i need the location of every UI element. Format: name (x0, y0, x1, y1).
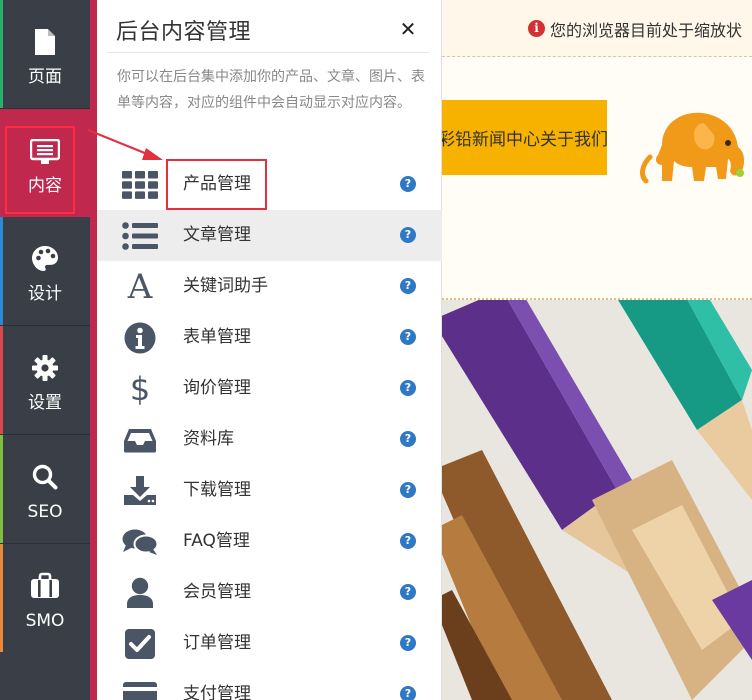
user-icon (122, 576, 158, 610)
info-icon: i (528, 20, 545, 37)
content-icon (0, 139, 90, 167)
close-icon[interactable]: ✕ (397, 18, 419, 40)
list-icon (122, 219, 158, 253)
font-a-icon: A (127, 267, 153, 307)
briefcase-icon (0, 572, 90, 600)
menu-item-products[interactable]: 产品管理 ? (97, 159, 442, 210)
menu-item-label: 文章管理 (183, 225, 251, 245)
elephant-logo (640, 112, 745, 184)
menu-item-members[interactable]: 会员管理 ? (97, 567, 442, 618)
checkbox-icon (122, 627, 158, 661)
menu-item-keyword-assistant[interactable]: A 关键词助手 ? (97, 261, 442, 312)
help-icon[interactable]: ? (400, 329, 416, 345)
menu-item-label: 支付管理 (183, 684, 251, 700)
gear-icon (0, 354, 90, 382)
search-icon (0, 463, 90, 491)
menu-item-forms[interactable]: 表单管理 ? (97, 312, 442, 363)
site-nav-bar[interactable]: 彩铅新闻中心关于我们 (442, 100, 607, 175)
active-section-stripe (90, 0, 97, 700)
menu-item-label: 订单管理 (183, 633, 251, 653)
sidebar-rail: 页面 内容 设计 设置 SEO SMO (0, 0, 90, 700)
panel-description: 你可以在后台集中添加你的产品、文章、图片、表单等内容，对应的组件中会自动显示对应… (117, 69, 425, 111)
help-icon[interactable]: ? (400, 431, 416, 447)
help-icon[interactable]: ? (400, 227, 416, 243)
panel-title: 后台内容管理 (116, 20, 252, 45)
menu-item-label: 会员管理 (183, 582, 251, 602)
help-icon[interactable]: ? (400, 482, 416, 498)
browser-zoom-notice: i 您的浏览器目前处于缩放状 (442, 0, 752, 57)
rail-item-content[interactable]: 内容 (0, 109, 90, 217)
rail-item-label: 内容 (28, 176, 62, 196)
menu-item-label: 表单管理 (183, 327, 251, 347)
menu-item-faq[interactable]: FAQ管理 ? (97, 516, 442, 567)
help-icon[interactable]: ? (400, 533, 416, 549)
help-icon[interactable]: ? (400, 686, 416, 700)
menu-item-label: 资料库 (183, 429, 234, 449)
site-preview: i 您的浏览器目前处于缩放状 彩铅新闻中心关于我们 (442, 0, 752, 700)
palette-icon (0, 245, 90, 273)
credit-card-icon (122, 678, 158, 700)
rail-item-label: SMO (25, 611, 65, 631)
rail-item-settings[interactable]: 设置 (0, 326, 90, 434)
rail-item-label: 页面 (28, 67, 62, 87)
page-icon (0, 28, 90, 56)
menu-item-inquiries[interactable]: $ 询价管理 ? (97, 363, 442, 414)
dollar-icon: $ (129, 370, 151, 408)
menu-item-library[interactable]: 资料库 ? (97, 414, 442, 465)
highlight-box (166, 159, 267, 210)
menu-item-orders[interactable]: 订单管理 ? (97, 618, 442, 669)
grid-icon (122, 168, 158, 202)
download-icon (122, 474, 158, 508)
help-icon[interactable]: ? (400, 278, 416, 294)
rail-item-seo[interactable]: SEO (0, 435, 90, 543)
menu-item-label: 关键词助手 (183, 276, 268, 296)
divider (107, 52, 429, 53)
help-icon[interactable]: ? (400, 584, 416, 600)
rail-item-label: 设计 (28, 284, 62, 304)
chat-icon (122, 525, 158, 559)
menu-item-payments[interactable]: 支付管理 ? (97, 669, 442, 700)
rail-item-smo[interactable]: SMO (0, 544, 90, 652)
menu-item-label: 询价管理 (183, 378, 251, 398)
rail-item-page[interactable]: 页面 (0, 0, 90, 108)
inbox-icon (122, 423, 158, 457)
menu-item-label: FAQ管理 (183, 531, 250, 551)
help-icon[interactable]: ? (400, 380, 416, 396)
help-icon[interactable]: ? (400, 176, 416, 192)
menu-item-articles[interactable]: 文章管理 ? (97, 210, 442, 261)
colored-pencils-banner (442, 300, 752, 700)
rail-item-label: 设置 (28, 393, 62, 413)
menu-item-label: 下载管理 (183, 480, 251, 500)
rail-item-label: SEO (27, 502, 63, 522)
menu-item-downloads[interactable]: 下载管理 ? (97, 465, 442, 516)
content-management-panel: 后台内容管理 ✕ 你可以在后台集中添加你的产品、文章、图片、表单等内容，对应的组… (97, 0, 442, 700)
site-nav-text[interactable]: 彩铅新闻中心关于我们 (442, 125, 607, 150)
help-icon[interactable]: ? (400, 635, 416, 651)
notice-text: 您的浏览器目前处于缩放状 (550, 21, 743, 40)
site-header[interactable]: 彩铅新闻中心关于我们 (442, 57, 752, 300)
info-icon (122, 321, 158, 355)
rail-item-design[interactable]: 设计 (0, 217, 90, 325)
